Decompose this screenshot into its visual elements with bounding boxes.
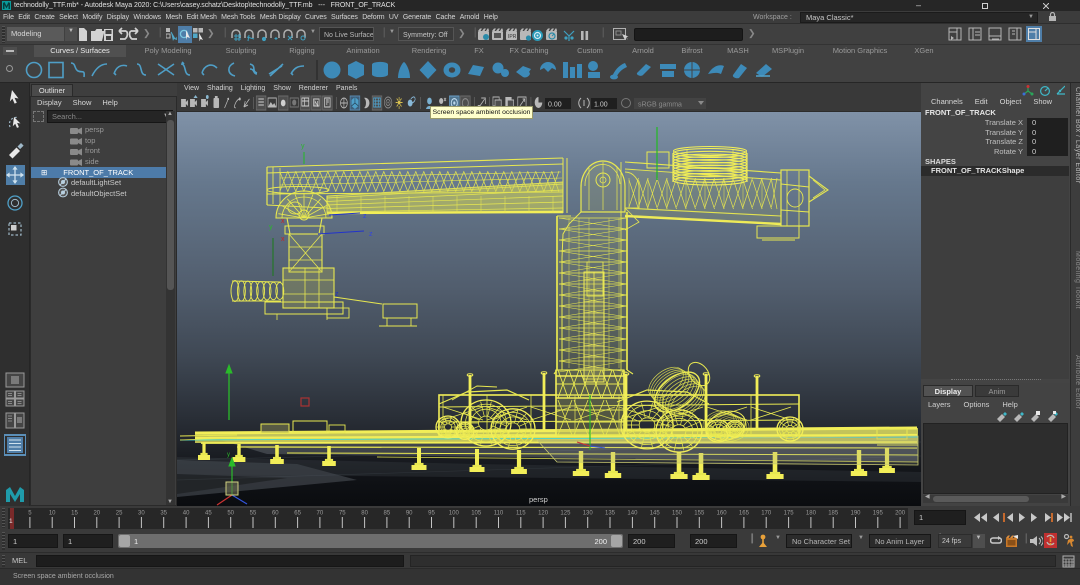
svg-text:200: 200 (895, 511, 906, 517)
svg-text:165: 165 (739, 511, 750, 517)
svg-text:10: 10 (49, 511, 56, 517)
svg-text:IPR: IPR (508, 34, 517, 40)
svg-text:85: 85 (384, 511, 391, 517)
svg-text:105: 105 (471, 511, 482, 517)
svg-text:z: z (369, 231, 373, 238)
svg-text:55: 55 (250, 511, 257, 517)
svg-text:50: 50 (227, 511, 234, 517)
svg-text:175: 175 (784, 511, 795, 517)
svg-text:130: 130 (583, 511, 594, 517)
svg-text:15: 15 (71, 511, 78, 517)
svg-text:z: z (363, 213, 367, 220)
svg-text:x: x (281, 236, 285, 243)
svg-text:125: 125 (560, 511, 571, 517)
svg-text:195: 195 (873, 511, 884, 517)
svg-text:110: 110 (494, 511, 504, 517)
svg-text:1.00: 1.00 (594, 102, 608, 109)
svg-text:135: 135 (605, 511, 616, 517)
svg-text:155: 155 (694, 511, 705, 517)
svg-text:5: 5 (28, 511, 32, 517)
svg-text:170: 170 (761, 511, 772, 517)
svg-text:30: 30 (138, 511, 145, 517)
svg-text:65: 65 (294, 511, 301, 517)
svg-text:25: 25 (116, 511, 123, 517)
svg-text:70: 70 (317, 511, 324, 517)
svg-text:100: 100 (449, 511, 460, 517)
svg-text:185: 185 (828, 511, 839, 517)
svg-text:60: 60 (272, 511, 279, 517)
svg-text:140: 140 (627, 511, 638, 517)
svg-text:190: 190 (850, 511, 861, 517)
svg-text:y: y (227, 452, 230, 458)
svg-text:40: 40 (183, 511, 190, 517)
svg-text:45: 45 (205, 511, 212, 517)
svg-text:180: 180 (806, 511, 817, 517)
svg-text:80: 80 (361, 511, 368, 517)
svg-text:z: z (335, 291, 339, 298)
svg-text:90: 90 (406, 511, 413, 517)
svg-text:sRGB gamma: sRGB gamma (638, 102, 682, 109)
svg-text:y: y (269, 224, 273, 231)
svg-text:y: y (301, 143, 305, 150)
svg-text:150: 150 (672, 511, 683, 517)
svg-text:120: 120 (538, 511, 549, 517)
svg-text:115: 115 (516, 511, 526, 517)
svg-text:0.00: 0.00 (548, 102, 562, 109)
svg-text:x: x (281, 218, 285, 225)
svg-text:95: 95 (428, 511, 435, 517)
svg-text:35: 35 (160, 511, 167, 517)
svg-text:160: 160 (717, 511, 728, 517)
svg-text:145: 145 (650, 511, 661, 517)
svg-text:75: 75 (339, 511, 346, 517)
svg-text:20: 20 (93, 511, 100, 517)
